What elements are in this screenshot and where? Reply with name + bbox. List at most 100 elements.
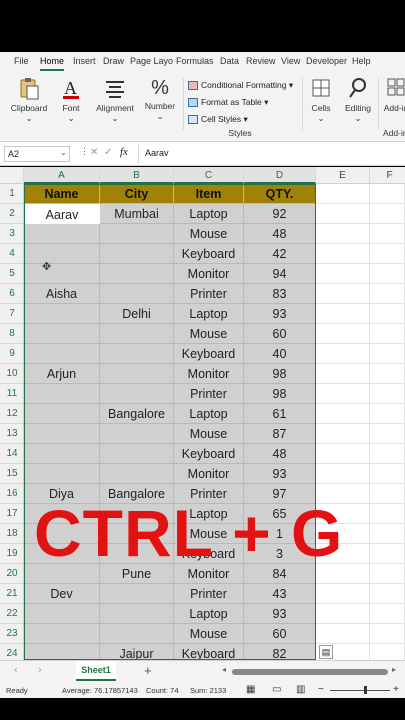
empty-cell[interactable] (370, 404, 405, 424)
addins-group[interactable]: Add-in (381, 74, 405, 113)
tab-view[interactable]: View (281, 56, 300, 66)
row-header[interactable]: 4 (0, 244, 23, 264)
row-header[interactable]: 8 (0, 324, 23, 344)
cell-item[interactable]: Keyboard (174, 644, 244, 660)
insert-function-icon[interactable]: fx (120, 146, 128, 158)
alignment-group[interactable]: Alignment ⌄ (94, 74, 136, 124)
cell-name[interactable]: Arjun (24, 364, 100, 384)
cell-qty[interactable]: 98 (244, 364, 316, 384)
cell-item[interactable]: Keyboard (174, 444, 244, 464)
cell-qty[interactable]: 92 (244, 204, 316, 224)
cell-qty[interactable]: 61 (244, 404, 316, 424)
cell-name[interactable] (24, 424, 100, 444)
cell-name[interactable] (24, 264, 100, 284)
column-header-e[interactable]: E (316, 167, 370, 184)
tab-formulas[interactable]: Formulas (176, 56, 214, 66)
cells-group[interactable]: Cells ⌄ (306, 74, 336, 124)
empty-cell[interactable] (370, 344, 405, 364)
empty-cell[interactable] (370, 304, 405, 324)
empty-cell[interactable] (316, 224, 370, 244)
cell-city[interactable] (100, 624, 174, 644)
tab-review[interactable]: Review (246, 56, 276, 66)
empty-cell[interactable] (316, 184, 370, 204)
cell-city[interactable]: Bangalore (100, 404, 174, 424)
row-header[interactable]: 7 (0, 304, 23, 324)
cell-city[interactable] (100, 604, 174, 624)
row-header[interactable]: 14 (0, 444, 23, 464)
active-cell[interactable]: Aarav (24, 204, 100, 224)
cell-qty[interactable]: 87 (244, 424, 316, 444)
empty-cell[interactable] (316, 384, 370, 404)
empty-cell[interactable] (370, 264, 405, 284)
cell-item[interactable]: Mouse (174, 224, 244, 244)
row-header[interactable]: 15 (0, 464, 23, 484)
chevron-down-icon[interactable]: ⌄ (60, 148, 67, 157)
cell-city[interactable] (100, 284, 174, 304)
zoom-in-icon[interactable]: + (393, 684, 399, 695)
empty-cell[interactable] (370, 524, 405, 544)
empty-cell[interactable] (316, 424, 370, 444)
cell-qty[interactable]: 98 (244, 384, 316, 404)
empty-cell[interactable] (370, 324, 405, 344)
conditional-formatting-button[interactable]: Conditional Formatting ▾ (188, 80, 293, 91)
empty-cell[interactable] (370, 284, 405, 304)
column-header-b[interactable]: B (100, 167, 174, 184)
row-header[interactable]: 11 (0, 384, 23, 404)
empty-cell[interactable] (370, 364, 405, 384)
cell-name[interactable] (24, 384, 100, 404)
cell-city[interactable] (100, 424, 174, 444)
cell-city[interactable] (100, 244, 174, 264)
table-header-qty[interactable]: QTY. (244, 184, 316, 204)
horizontal-scrollbar[interactable] (232, 669, 388, 675)
cell-city[interactable] (100, 584, 174, 604)
normal-view-icon[interactable]: ▦ (246, 684, 255, 695)
cell-item[interactable]: Monitor (174, 464, 244, 484)
empty-cell[interactable] (316, 324, 370, 344)
empty-cell[interactable] (316, 604, 370, 624)
cell-city[interactable] (100, 464, 174, 484)
cell-name[interactable] (24, 644, 100, 660)
cell-city[interactable] (100, 324, 174, 344)
cell-qty[interactable]: 43 (244, 584, 316, 604)
row-header[interactable]: 9 (0, 344, 23, 364)
cell-city[interactable] (100, 444, 174, 464)
cell-city[interactable] (100, 364, 174, 384)
cell-qty[interactable]: 40 (244, 344, 316, 364)
cell-name[interactable] (24, 464, 100, 484)
row-header[interactable]: 23 (0, 624, 23, 644)
empty-cell[interactable] (370, 564, 405, 584)
row-header[interactable]: 21 (0, 584, 23, 604)
worksheet-grid[interactable]: Name City Item QTY. Aarav Mumbai Laptop 92 Mouse… (24, 184, 405, 660)
row-header[interactable]: 1 (0, 184, 23, 204)
tab-data[interactable]: Data (220, 56, 239, 66)
empty-cell[interactable] (316, 304, 370, 324)
cell-item[interactable]: Keyboard (174, 244, 244, 264)
row-header[interactable]: 2 (0, 204, 23, 224)
table-header-name[interactable]: Name (24, 184, 100, 204)
cell-name[interactable] (24, 624, 100, 644)
cell-item[interactable]: Printer (174, 384, 244, 404)
row-header[interactable]: 19 (0, 544, 23, 564)
empty-cell[interactable] (370, 204, 405, 224)
cell-item[interactable]: Mouse (174, 424, 244, 444)
cell-item[interactable]: Laptop (174, 604, 244, 624)
cell-item[interactable]: Mouse (174, 624, 244, 644)
row-header[interactable]: 3 (0, 224, 23, 244)
scroll-left-icon[interactable]: ◂ (222, 665, 226, 674)
cell-name[interactable] (24, 344, 100, 364)
cell-name[interactable] (24, 304, 100, 324)
empty-cell[interactable] (370, 604, 405, 624)
page-layout-icon[interactable]: ▭ (272, 684, 281, 695)
cell-qty[interactable]: 93 (244, 304, 316, 324)
empty-cell[interactable] (370, 224, 405, 244)
next-sheet-icon[interactable]: › (38, 664, 42, 676)
cell-qty[interactable]: 93 (244, 464, 316, 484)
zoom-out-icon[interactable]: − (318, 684, 324, 695)
select-all-corner[interactable] (0, 167, 24, 184)
empty-cell[interactable] (370, 484, 405, 504)
row-header[interactable]: 5 (0, 264, 23, 284)
table-header-item[interactable]: Item (174, 184, 244, 204)
cell-item[interactable]: Printer (174, 284, 244, 304)
cell-name[interactable]: Aisha (24, 284, 100, 304)
cell-city[interactable]: Jaipur (100, 644, 174, 660)
